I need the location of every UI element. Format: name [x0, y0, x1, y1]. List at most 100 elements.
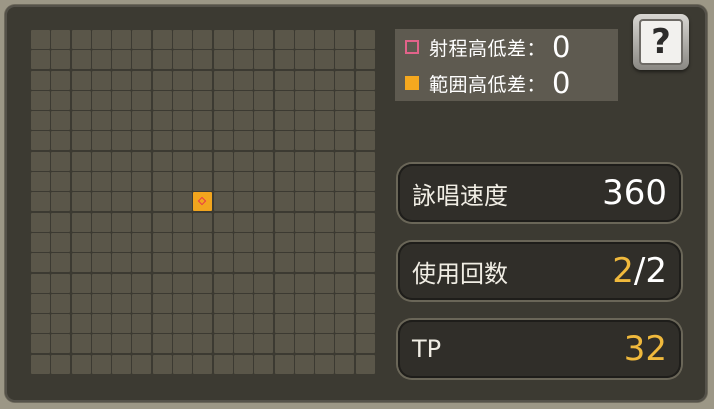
- grid-cell: [233, 253, 253, 273]
- grid-cell: [71, 354, 91, 374]
- grid-cell: [132, 253, 152, 273]
- grid-cell: [152, 212, 172, 232]
- grid-cell: [132, 192, 152, 212]
- grid-cell: [31, 212, 50, 232]
- grid-cell: [112, 70, 132, 90]
- grid-cell: [355, 131, 375, 151]
- grid-cell: [233, 314, 253, 334]
- grid-cell: [315, 232, 335, 252]
- grid-cell: [31, 131, 50, 151]
- tp-value: 32: [623, 329, 667, 369]
- grid-cell: [31, 253, 50, 273]
- grid-cell: [335, 293, 355, 313]
- grid-cell: [213, 253, 233, 273]
- grid-cell: [315, 30, 335, 49]
- grid-cell: [254, 111, 274, 131]
- grid-cell: [294, 172, 314, 192]
- grid-cell: [132, 50, 152, 70]
- grid-cell: [233, 232, 253, 252]
- grid-cell: [193, 334, 213, 354]
- grid-cell: [335, 30, 355, 49]
- grid-cell: [315, 70, 335, 90]
- uses-separator: /: [633, 251, 646, 291]
- grid-cell: [213, 212, 233, 232]
- grid-cell: [31, 293, 50, 313]
- grid-cell: [355, 293, 375, 313]
- range-marker-icon: [405, 40, 419, 54]
- grid-cell: [254, 30, 274, 49]
- grid-cell: [71, 232, 91, 252]
- grid-cell: [315, 151, 335, 171]
- uses-value: 2/2: [612, 251, 667, 291]
- grid-cell: [112, 151, 132, 171]
- grid-cell: [51, 354, 71, 374]
- grid-cell: [294, 354, 314, 374]
- grid-cell: [31, 90, 50, 110]
- grid-cell: [132, 334, 152, 354]
- grid-cell: [193, 131, 213, 151]
- grid-cell: [71, 70, 91, 90]
- grid-cell: [254, 151, 274, 171]
- grid-cell: [71, 90, 91, 110]
- grid-cell: [71, 192, 91, 212]
- grid-cell: [294, 334, 314, 354]
- grid-cell: [91, 253, 111, 273]
- grid-cell: [193, 293, 213, 313]
- grid-cell: [152, 172, 172, 192]
- grid-cell: [254, 253, 274, 273]
- grid-cell: [355, 354, 375, 374]
- grid-cell: [233, 354, 253, 374]
- grid-cell: [31, 334, 50, 354]
- grid-cell: [213, 30, 233, 49]
- grid-cell: [274, 293, 294, 313]
- grid-cell: [335, 151, 355, 171]
- grid-cell: [274, 354, 294, 374]
- cast-speed-box: 詠唱速度 360: [398, 164, 681, 222]
- grid-cell: [173, 111, 193, 131]
- grid-cell: [112, 131, 132, 151]
- grid-cell: [71, 30, 91, 49]
- grid-cell: [51, 172, 71, 192]
- grid-cell: [51, 192, 71, 212]
- grid-cell: [173, 151, 193, 171]
- grid-cell: [315, 212, 335, 232]
- grid-cell: [152, 314, 172, 334]
- grid-cell: [233, 131, 253, 151]
- grid-cell: [213, 273, 233, 293]
- help-button[interactable]: ?: [633, 14, 689, 70]
- grid-cell: [91, 90, 111, 110]
- grid-cell: [335, 70, 355, 90]
- grid-cell: [233, 293, 253, 313]
- grid-cell: [274, 30, 294, 49]
- grid-cell: [132, 293, 152, 313]
- grid-cell: [233, 172, 253, 192]
- grid-cell: [254, 273, 274, 293]
- grid-cell: [31, 70, 50, 90]
- grid-cell: [112, 90, 132, 110]
- grid-cell: [152, 30, 172, 49]
- grid-cell: [315, 273, 335, 293]
- grid-cell: [31, 50, 50, 70]
- grid-cell: [335, 192, 355, 212]
- grid-cell: [193, 172, 213, 192]
- grid-cell: [31, 111, 50, 131]
- grid-cell: [152, 131, 172, 151]
- grid-cell: [315, 111, 335, 131]
- grid-cell: [315, 172, 335, 192]
- grid-cell: [193, 354, 213, 374]
- grid-cell: [112, 293, 132, 313]
- grid-cell: [132, 70, 152, 90]
- grid-cell: [233, 50, 253, 70]
- cast-speed-value: 360: [602, 173, 667, 213]
- grid-cell: [294, 232, 314, 252]
- grid-cell: [233, 192, 253, 212]
- grid-cell: [315, 314, 335, 334]
- grid-cell: [51, 50, 71, 70]
- grid-cell: [335, 314, 355, 334]
- grid-cell: [213, 50, 233, 70]
- grid-cell: [31, 151, 50, 171]
- grid-cell: [91, 172, 111, 192]
- grid-cell: [71, 212, 91, 232]
- grid-cell: [254, 192, 274, 212]
- tp-label: TP: [412, 335, 442, 363]
